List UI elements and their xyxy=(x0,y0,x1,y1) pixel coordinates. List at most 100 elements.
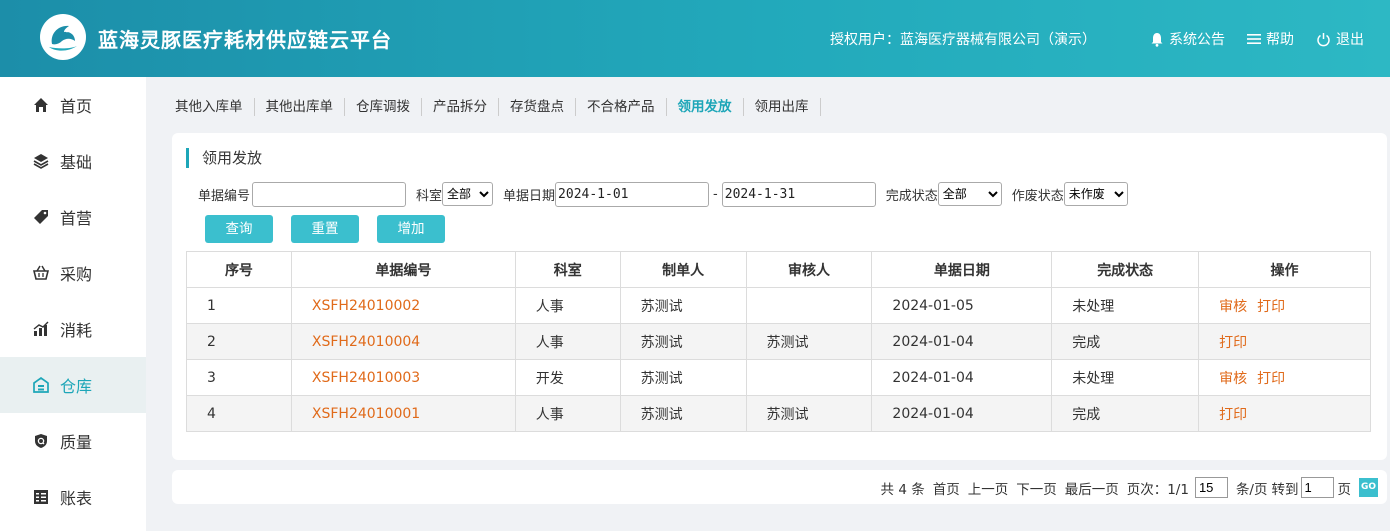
tab-nonconforming[interactable]: 不合格产品 xyxy=(576,98,667,116)
sidebar-item-warehouse[interactable]: 仓库 xyxy=(0,357,146,413)
cell-dept: 人事 xyxy=(514,323,621,360)
first-page-link[interactable]: 首页 xyxy=(933,478,960,498)
dept-label: 科室 xyxy=(416,188,443,204)
notice-button[interactable]: 系统公告 xyxy=(1150,29,1225,49)
help-label: 帮助 xyxy=(1266,32,1294,48)
cell-no: 2 xyxy=(186,323,292,360)
tab-product-split[interactable]: 产品拆分 xyxy=(422,98,499,116)
doc-code-link[interactable]: XSFH24010001 xyxy=(312,406,420,422)
sidebar: 首页 基础 首营 采购 消耗 仓库 质量 账表 xyxy=(0,77,146,531)
tab-other-outbound[interactable]: 其他出库单 xyxy=(255,98,345,116)
layers-icon xyxy=(32,152,50,170)
cell-auditor: 苏测试 xyxy=(745,323,873,360)
page-info: 页次：1/1 xyxy=(1126,481,1189,498)
cell-auditor: 苏测试 xyxy=(745,395,873,432)
sidebar-item-ledger[interactable]: 账表 xyxy=(0,469,146,525)
goto-label: 转到 xyxy=(1271,481,1299,498)
sidebar-item-home[interactable]: 首页 xyxy=(0,77,146,133)
status-select[interactable]: 全部 xyxy=(937,182,1002,206)
date-label: 单据日期 xyxy=(503,188,556,204)
go-button[interactable]: GO xyxy=(1359,478,1378,497)
dept-select[interactable]: 全部 xyxy=(442,182,494,206)
sidebar-item-label: 首营 xyxy=(60,209,93,228)
sidebar-item-consumption[interactable]: 消耗 xyxy=(0,301,146,357)
tab-requisition-outbound[interactable]: 领用出库 xyxy=(744,98,821,116)
sidebar-item-label: 基础 xyxy=(60,153,93,172)
void-select[interactable]: 未作废 xyxy=(1063,182,1128,206)
sidebar-item-quality[interactable]: 质量 xyxy=(0,413,146,469)
tab-stocktake[interactable]: 存货盘点 xyxy=(499,98,576,116)
goto-page-input[interactable] xyxy=(1300,477,1334,498)
power-icon xyxy=(1317,32,1330,46)
doc-code-link[interactable]: XSFH24010003 xyxy=(312,370,420,386)
sidebar-item-label: 首页 xyxy=(60,97,93,116)
column-header: 科室 xyxy=(514,251,621,288)
sidebar-item-label: 账表 xyxy=(60,489,93,508)
cell-auditor xyxy=(745,287,873,324)
column-header: 操作 xyxy=(1198,251,1371,288)
table-row: 3 XSFH24010003 开发 苏测试 2024-01-04 未处理 审核打… xyxy=(186,359,1371,396)
page-size-input[interactable] xyxy=(1194,477,1228,498)
query-button[interactable]: 查询 xyxy=(205,215,273,243)
reset-button[interactable]: 重置 xyxy=(291,215,359,243)
ledger-icon xyxy=(32,488,50,506)
print-link[interactable]: 打印 xyxy=(1219,407,1247,423)
status-label: 完成状态 xyxy=(885,188,938,204)
tab-transfer[interactable]: 仓库调拨 xyxy=(345,98,422,116)
cell-no: 4 xyxy=(186,395,292,432)
date-from-input[interactable] xyxy=(555,181,710,207)
last-page-link[interactable]: 最后一页 xyxy=(1065,478,1119,498)
audit-link[interactable]: 审核 xyxy=(1219,299,1247,315)
doc-code-link[interactable]: XSFH24010002 xyxy=(312,298,420,314)
warehouse-icon xyxy=(32,376,50,394)
cell-dept: 开发 xyxy=(514,359,621,396)
print-link[interactable]: 打印 xyxy=(1257,299,1285,315)
table-row: 2 XSFH24010004 人事 苏测试 苏测试 2024-01-04 完成 … xyxy=(186,323,1371,360)
cell-no: 3 xyxy=(186,359,292,396)
cell-dept: 人事 xyxy=(514,395,621,432)
per-page-label: 条/页 xyxy=(1235,481,1268,498)
main-panel: 领用发放 单据编号 科室 全部 单据日期 - 完成状态 全部 作废状态 未作废 … xyxy=(172,133,1387,460)
print-link[interactable]: 打印 xyxy=(1257,371,1285,387)
column-header: 审核人 xyxy=(745,251,873,288)
cell-date: 2024-01-05 xyxy=(871,287,1053,324)
sidebar-item-first-camp[interactable]: 首营 xyxy=(0,189,146,245)
top-header: 蓝海灵豚医疗耗材供应链云平台 授权用户：蓝海医疗器械有限公司（演示） 系统公告 … xyxy=(0,0,1390,77)
cell-date: 2024-01-04 xyxy=(871,323,1053,360)
sidebar-item-basic[interactable]: 基础 xyxy=(0,133,146,189)
sidebar-item-purchase[interactable]: 采购 xyxy=(0,245,146,301)
sidebar-item-label: 消耗 xyxy=(60,321,93,340)
chart-icon xyxy=(32,320,50,338)
authorized-user-text: 授权用户：蓝海医疗器械有限公司（演示） xyxy=(830,32,1096,48)
sidebar-item-label: 质量 xyxy=(60,433,93,452)
cell-status: 完成 xyxy=(1051,323,1200,360)
cell-no: 1 xyxy=(186,287,292,324)
cell-status: 完成 xyxy=(1051,395,1200,432)
audit-link[interactable]: 审核 xyxy=(1219,371,1247,387)
date-to-input[interactable] xyxy=(721,181,876,207)
filter-bar: 单据编号 科室 全部 单据日期 - 完成状态 全部 作废状态 未作废 xyxy=(198,181,1128,207)
next-page-link[interactable]: 下一页 xyxy=(1016,478,1057,498)
tab-requisition-issue[interactable]: 领用发放 xyxy=(667,98,744,116)
add-button[interactable]: 增加 xyxy=(377,215,445,243)
doc-no-label: 单据编号 xyxy=(198,188,251,204)
basket-icon xyxy=(32,264,50,282)
cell-status: 未处理 xyxy=(1051,287,1200,324)
prev-page-link[interactable]: 上一页 xyxy=(968,478,1009,498)
column-header: 完成状态 xyxy=(1051,251,1200,288)
doc-no-input[interactable] xyxy=(252,181,407,207)
cell-maker: 苏测试 xyxy=(619,287,747,324)
tab-other-inbound[interactable]: 其他入库单 xyxy=(164,98,255,116)
cell-auditor xyxy=(745,359,873,396)
logout-button[interactable]: 退出 xyxy=(1316,29,1364,49)
notice-label: 系统公告 xyxy=(1169,32,1225,48)
date-separator: - xyxy=(713,186,718,202)
print-link[interactable]: 打印 xyxy=(1219,335,1247,351)
menu-icon xyxy=(1247,34,1261,44)
cell-maker: 苏测试 xyxy=(619,323,747,360)
doc-code-link[interactable]: XSFH24010004 xyxy=(312,334,420,350)
app-title: 蓝海灵豚医疗耗材供应链云平台 xyxy=(98,28,392,52)
cell-maker: 苏测试 xyxy=(619,395,747,432)
help-button[interactable]: 帮助 xyxy=(1247,29,1294,49)
pagination-bar: 共 4 条 首页 上一页 下一页 最后一页 页次：1/1 条/页 转到 页 GO xyxy=(172,470,1387,504)
